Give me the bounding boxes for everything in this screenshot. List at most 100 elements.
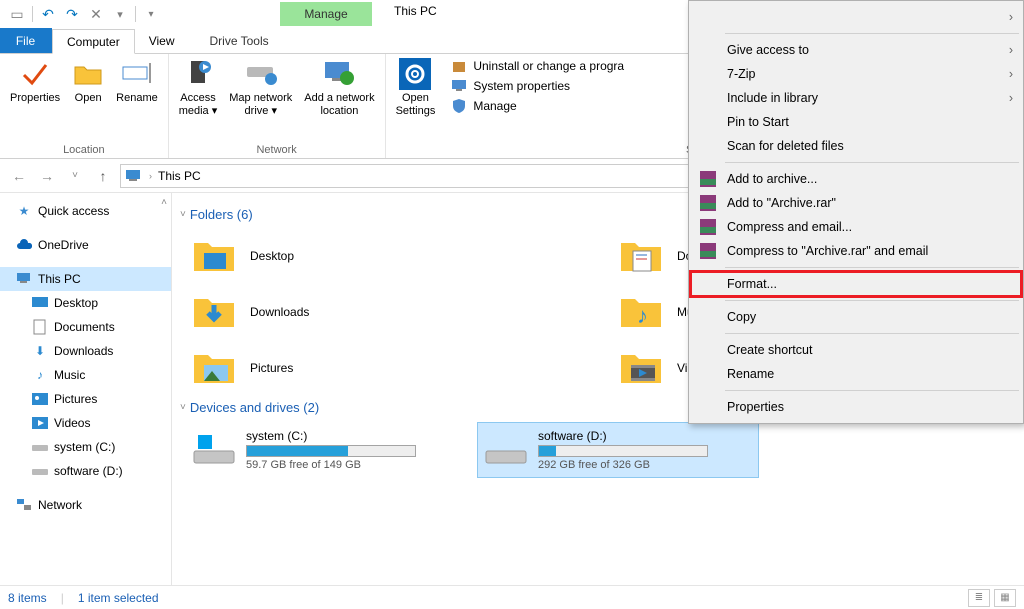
folder-desktop[interactable]: Desktop bbox=[186, 230, 593, 282]
sidebar-item-network[interactable]: Network bbox=[0, 493, 171, 517]
sidebar-item-software-d[interactable]: software (D:) bbox=[0, 459, 171, 483]
star-icon: ★ bbox=[16, 203, 32, 219]
context-menu: › Give access to› 7-Zip› Include in libr… bbox=[688, 0, 1024, 424]
folder-pictures[interactable]: Pictures bbox=[186, 342, 593, 394]
quick-access-toolbar: ▭ ↶ ↷ ✕ ▾ ▾ bbox=[0, 3, 162, 25]
checkmark-icon bbox=[19, 58, 51, 90]
breadcrumb-root[interactable]: This PC bbox=[158, 169, 201, 183]
drive-system-c[interactable]: system (C:) 59.7 GB free of 149 GB bbox=[186, 423, 466, 477]
qat-customize[interactable]: ▾ bbox=[140, 3, 162, 25]
sidebar-item-system-c[interactable]: system (C:) bbox=[0, 435, 171, 459]
svg-text:♪: ♪ bbox=[637, 303, 648, 328]
pictures-icon bbox=[32, 391, 48, 407]
redo-button[interactable]: ↷ bbox=[61, 3, 83, 25]
app-icon[interactable]: ▭ bbox=[6, 3, 28, 25]
open-button[interactable]: Open bbox=[70, 58, 106, 105]
sidebar-item-documents[interactable]: Documents bbox=[0, 315, 171, 339]
context-item-compress-email[interactable]: Compress and email... bbox=[691, 215, 1021, 239]
rar-icon bbox=[699, 194, 717, 212]
desktop-icon bbox=[32, 295, 48, 311]
tab-file[interactable]: File bbox=[0, 28, 52, 53]
chevron-down-icon: ˅ bbox=[180, 402, 186, 413]
context-item-format[interactable]: Format... bbox=[691, 272, 1021, 296]
status-bar: 8 items | 1 item selected ≣ ▦ bbox=[0, 585, 1024, 609]
back-button[interactable]: ← bbox=[8, 165, 30, 187]
network-icon bbox=[16, 497, 32, 513]
usage-bar bbox=[246, 445, 416, 457]
drive-network-icon bbox=[245, 58, 277, 90]
chevron-down-icon: ˅ bbox=[180, 209, 186, 220]
rar-icon bbox=[699, 242, 717, 260]
music-icon: ♪ bbox=[32, 367, 48, 383]
sidebar-item-downloads[interactable]: ⬇Downloads bbox=[0, 339, 171, 363]
computer-icon bbox=[125, 169, 143, 183]
document-icon bbox=[32, 319, 48, 335]
sidebar-item-desktop[interactable]: Desktop bbox=[0, 291, 171, 315]
context-item-top-submenu[interactable]: › bbox=[691, 5, 1021, 29]
system-properties-button[interactable]: System properties bbox=[451, 78, 624, 94]
sidebar-item-pictures[interactable]: Pictures bbox=[0, 387, 171, 411]
rename-icon bbox=[121, 58, 153, 90]
delete-button[interactable]: ✕ bbox=[85, 3, 107, 25]
recent-dropdown[interactable]: ˅ bbox=[64, 165, 86, 187]
qat-overflow[interactable]: ▾ bbox=[109, 3, 131, 25]
drive-icon bbox=[32, 439, 48, 455]
download-icon: ⬇ bbox=[32, 343, 48, 359]
tab-drive-tools[interactable]: Drive Tools bbox=[195, 28, 283, 53]
context-item-give-access[interactable]: Give access to› bbox=[691, 38, 1021, 62]
folder-icon bbox=[192, 292, 236, 332]
add-network-location-button[interactable]: Add a network location bbox=[302, 58, 376, 118]
group-location: Properties Open Rename Location bbox=[0, 54, 169, 158]
context-item-copy[interactable]: Copy bbox=[691, 305, 1021, 329]
view-details-button[interactable]: ≣ bbox=[968, 589, 990, 607]
server-media-icon bbox=[182, 58, 214, 90]
box-icon bbox=[451, 58, 467, 74]
scroll-up-icon[interactable]: ˄ bbox=[157, 197, 171, 211]
open-settings-button[interactable]: Open Settings bbox=[394, 58, 438, 118]
window-title: This PC bbox=[394, 0, 437, 18]
sidebar-item-music[interactable]: ♪Music bbox=[0, 363, 171, 387]
computer-icon bbox=[16, 271, 32, 287]
context-item-add-archive-rar[interactable]: Add to "Archive.rar" bbox=[691, 191, 1021, 215]
sidebar-item-quick-access[interactable]: ★ Quick access bbox=[0, 199, 171, 223]
monitor-icon bbox=[451, 78, 467, 94]
manage-button[interactable]: Manage bbox=[451, 98, 624, 114]
context-item-rename[interactable]: Rename bbox=[691, 362, 1021, 386]
tab-view[interactable]: View bbox=[135, 28, 190, 53]
rar-icon bbox=[699, 170, 717, 188]
drive-windows-icon bbox=[192, 432, 236, 468]
map-network-drive-button[interactable]: Map network drive ▾ bbox=[227, 58, 294, 118]
undo-button[interactable]: ↶ bbox=[37, 3, 59, 25]
context-item-compress-rar-email[interactable]: Compress to "Archive.rar" and email bbox=[691, 239, 1021, 263]
view-icons-button[interactable]: ▦ bbox=[994, 589, 1016, 607]
up-button[interactable]: ↑ bbox=[92, 165, 114, 187]
properties-button[interactable]: Properties bbox=[8, 58, 62, 105]
drive-software-d[interactable]: software (D:) 292 GB free of 326 GB bbox=[478, 423, 758, 477]
folder-icon bbox=[619, 348, 663, 388]
usage-bar bbox=[538, 445, 708, 457]
forward-button[interactable]: → bbox=[36, 165, 58, 187]
context-item-include-library[interactable]: Include in library› bbox=[691, 86, 1021, 110]
tab-computer[interactable]: Computer bbox=[52, 29, 135, 54]
context-item-scan-deleted[interactable]: Scan for deleted files bbox=[691, 134, 1021, 158]
chevron-right-icon[interactable]: › bbox=[149, 171, 152, 181]
rar-icon bbox=[699, 218, 717, 236]
status-item-count: 8 items bbox=[8, 591, 47, 605]
folder-downloads[interactable]: Downloads bbox=[186, 286, 593, 338]
context-item-pin-start[interactable]: Pin to Start bbox=[691, 110, 1021, 134]
context-item-create-shortcut[interactable]: Create shortcut bbox=[691, 338, 1021, 362]
uninstall-button[interactable]: Uninstall or change a progra bbox=[451, 58, 624, 74]
context-item-add-archive[interactable]: Add to archive... bbox=[691, 167, 1021, 191]
sidebar-item-this-pc[interactable]: This PC bbox=[0, 267, 171, 291]
context-item-7zip[interactable]: 7-Zip› bbox=[691, 62, 1021, 86]
shield-icon bbox=[451, 98, 467, 114]
folder-icon: ♪ bbox=[619, 292, 663, 332]
sidebar-item-videos[interactable]: Videos bbox=[0, 411, 171, 435]
sidebar-item-onedrive[interactable]: OneDrive bbox=[0, 233, 171, 257]
rename-button[interactable]: Rename bbox=[114, 58, 160, 105]
folder-open-icon bbox=[72, 58, 104, 90]
settings-gear-icon bbox=[399, 58, 431, 90]
drive-icon bbox=[484, 432, 528, 468]
access-media-button[interactable]: Access media ▾ bbox=[177, 58, 220, 118]
context-item-properties[interactable]: Properties bbox=[691, 395, 1021, 419]
